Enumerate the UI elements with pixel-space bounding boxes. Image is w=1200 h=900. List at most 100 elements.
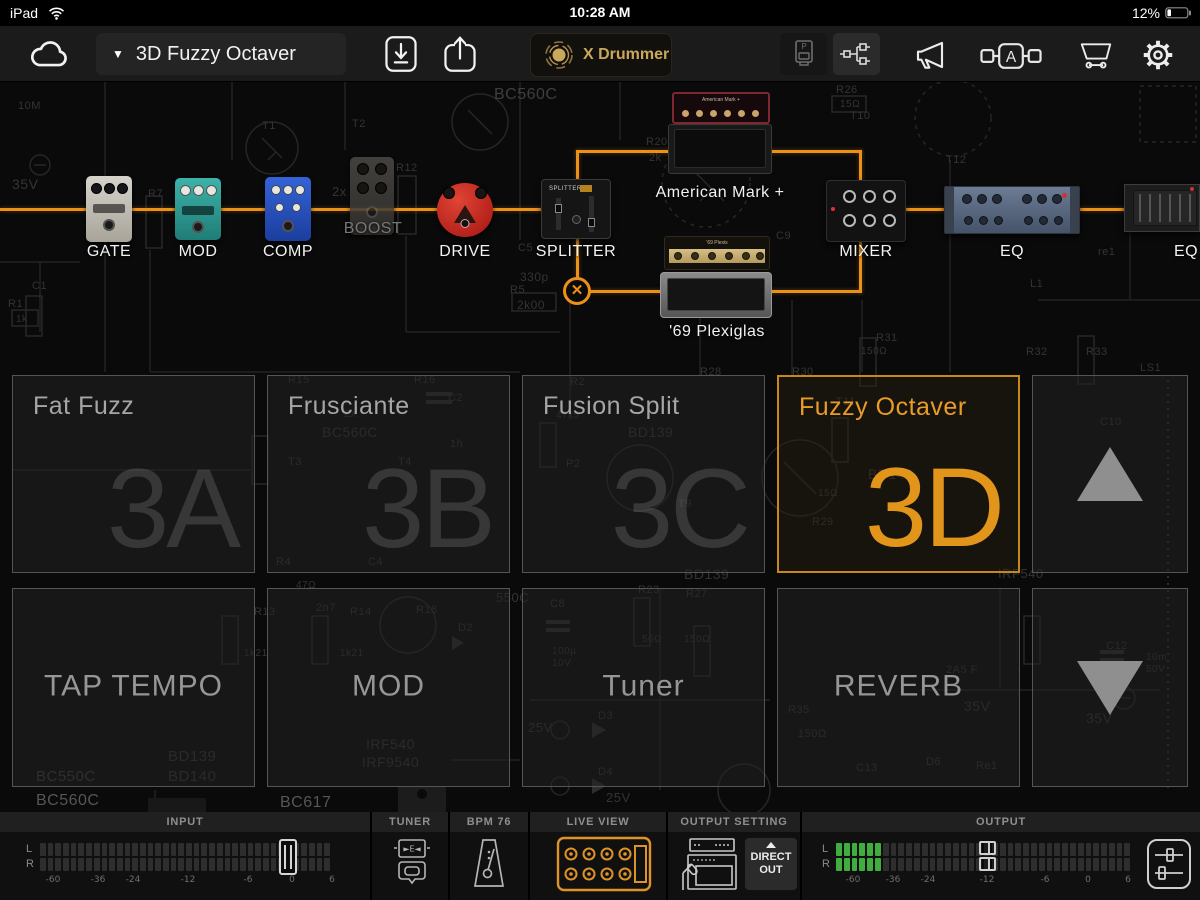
pedalboard-view-button[interactable]: P [780, 33, 827, 75]
schematic-label: 150Ω [861, 346, 887, 357]
schematic-label: 330p [520, 270, 549, 284]
schematic-label: T2 [352, 118, 366, 130]
schematic-label: C5 [518, 242, 533, 254]
megaphone-icon[interactable] [913, 39, 947, 71]
battery-percent: 12% [1132, 5, 1160, 21]
output-header: OUTPUT [802, 812, 1200, 832]
output-level-slider-right[interactable] [979, 857, 996, 871]
svg-text:►E◄: ►E◄ [403, 845, 421, 854]
preset-tile-3d[interactable]: Fuzzy Octaver 3D [777, 375, 1020, 573]
chain-view-icon [840, 42, 874, 66]
schematic-label: 2k00 [517, 298, 545, 312]
direct-out-button[interactable]: DIRECTOUT [745, 838, 797, 890]
output-level-slider-left[interactable] [979, 841, 996, 855]
tap-tempo-label: TAP TEMPO [13, 669, 254, 703]
schematic-label: LS1 [1140, 362, 1161, 374]
preset-tile-3b[interactable]: Frusciante 3B [267, 375, 510, 573]
pedal-label-boost: BOOST [344, 220, 403, 238]
branch-mute-node[interactable]: ✕ [563, 277, 591, 305]
reverb-toggle-button[interactable]: REVERB [777, 588, 1020, 787]
schematic-label: R33 [1086, 346, 1108, 358]
pedal-comp[interactable] [265, 177, 311, 241]
tuner-pedal-icon[interactable]: ►E◄ [392, 838, 432, 888]
cloud-icon[interactable] [26, 38, 72, 70]
eq2-rack-unit[interactable] [1124, 184, 1200, 232]
output-setting-header: OUTPUT SETTING [668, 812, 800, 832]
schematic-label: BC617 [280, 794, 331, 812]
direct-out-label: DIRECTOUT [751, 851, 792, 876]
eq2-label: EQ [1174, 243, 1198, 261]
live-view-pedalboard-icon[interactable] [556, 836, 652, 892]
schematic-label: 10M [18, 100, 41, 112]
x-drummer-button[interactable]: X Drummer [530, 33, 672, 77]
schematic-label: 2k [649, 152, 662, 164]
tuner-header: TUNER [372, 812, 448, 832]
schematic-label: R20 [646, 136, 668, 148]
triangle-up-icon [766, 842, 776, 848]
device-label: iPad [10, 5, 38, 21]
pedal-label-splitter: SPLITTER [536, 243, 616, 261]
schematic-label: T10 [850, 110, 870, 122]
mod-toggle-button[interactable]: MOD [267, 588, 510, 787]
pedal-label-mod: MOD [179, 243, 218, 261]
preset-bank-label: 3A [107, 447, 238, 570]
schematic-label: 35V [12, 176, 38, 192]
mixer-label: MIXER [839, 243, 892, 261]
eq1-label: EQ [1000, 243, 1024, 261]
tap-tempo-button[interactable]: TAP TEMPO [12, 588, 255, 787]
amp-cab-american-mark[interactable] [668, 124, 772, 174]
preset-name-label: Fat Fuzz [33, 392, 134, 421]
bank-down-button[interactable] [1032, 588, 1188, 787]
schematic-label: R32 [1026, 346, 1048, 358]
amp-head-plexiglas[interactable]: '69 Plexis [664, 236, 770, 270]
gear-icon[interactable] [1140, 37, 1176, 73]
schematic-label: 1k [16, 314, 28, 325]
ab-selector-icon[interactable]: A [980, 38, 1042, 74]
status-bar: iPad 10:28 AM 12% [0, 0, 1200, 26]
schematic-label: 15Ω [840, 99, 860, 110]
reverb-label: REVERB [778, 669, 1019, 703]
chain-view-button[interactable] [833, 33, 880, 75]
tuner-button[interactable]: Tuner [522, 588, 765, 787]
svg-text:A: A [1006, 49, 1017, 66]
export-icon[interactable] [443, 35, 477, 73]
bpm-header: BPM 76 [450, 812, 528, 832]
wifi-icon [48, 7, 65, 20]
schematic-label: re1 [1098, 246, 1115, 258]
bank-up-button[interactable] [1032, 375, 1188, 573]
input-section: INPUT [0, 812, 370, 900]
mixer-unit[interactable] [826, 180, 906, 242]
preset-tile-3c[interactable]: Fusion Split 3C [522, 375, 765, 573]
output-sliders-icon[interactable] [1146, 838, 1192, 890]
metronome-icon[interactable] [468, 837, 510, 891]
amp-cab-plexiglas[interactable] [660, 272, 772, 318]
schematic-label: BC560C [36, 792, 99, 810]
schematic-label: R1 [8, 298, 23, 310]
main-toolbar: ▼ 3D Fuzzy Octaver X Drummer P [0, 26, 1200, 82]
schematic-label: 25V [606, 790, 631, 805]
splitter-unit[interactable]: SPLITTER [541, 179, 611, 239]
preset-name-label: Frusciante [288, 392, 410, 421]
pedal-mod[interactable] [175, 178, 221, 240]
eq-rack-unit[interactable] [944, 186, 1080, 234]
bottom-control-bar: INPUT L R -60-36-24-12-606 TUNER ►E◄ BPM… [0, 812, 1200, 900]
schematic-label: T12 [946, 154, 966, 166]
pedal-label-comp: COMP [263, 243, 313, 261]
schematic-label: T1 [262, 120, 276, 132]
pedal-drive[interactable] [437, 183, 493, 237]
svg-text:P: P [801, 42, 806, 51]
import-icon[interactable] [384, 35, 418, 73]
amplitube-live-view-screen: iPad 10:28 AM 12% ▼ 3D Fuzzy Octaver [0, 0, 1200, 900]
preset-tile-3a[interactable]: Fat Fuzz 3A [12, 375, 255, 573]
amp-mic-icon[interactable] [676, 837, 740, 891]
amp-label-american-mark: American Mark + [656, 184, 785, 202]
cart-icon[interactable] [1077, 38, 1115, 72]
pedal-gate[interactable] [86, 176, 132, 242]
amp-head-american-mark[interactable]: American Mark + [672, 92, 770, 124]
schematic-label: BC560C [494, 86, 557, 104]
pedal-label-gate: GATE [87, 243, 131, 261]
schematic-label: R12 [396, 162, 418, 174]
input-level-slider[interactable] [279, 839, 297, 875]
preset-dropdown[interactable]: ▼ 3D Fuzzy Octaver [96, 33, 346, 75]
battery-icon [1165, 7, 1192, 19]
